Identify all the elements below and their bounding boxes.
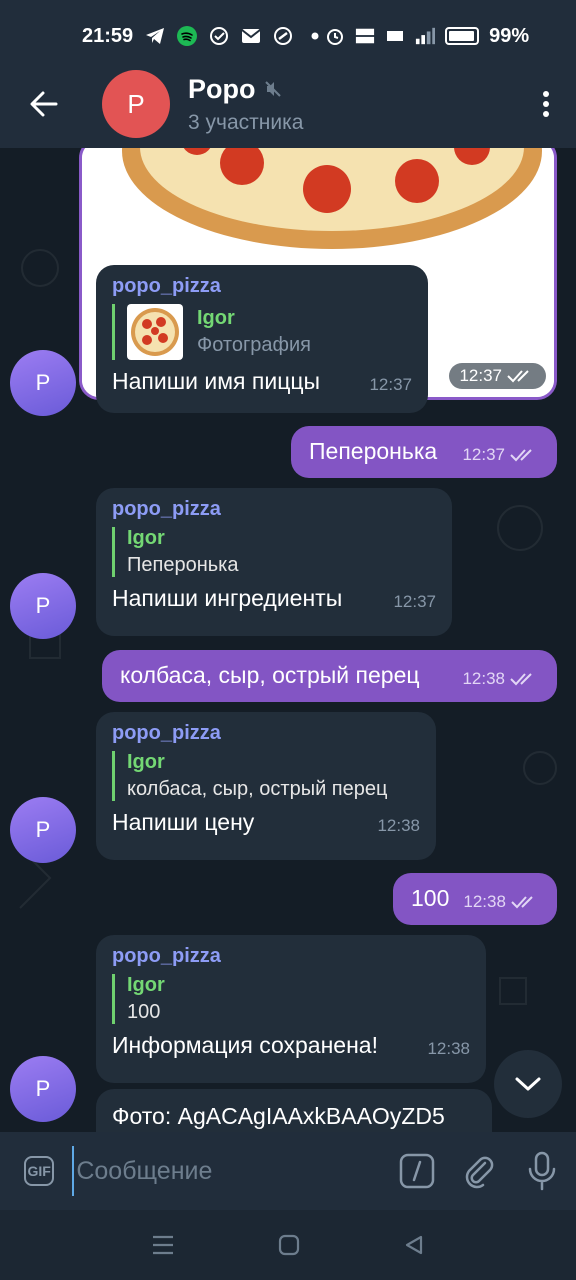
chat-header: P Popo 3 участника bbox=[0, 60, 576, 148]
message-text: Информация сохранена! bbox=[112, 1032, 378, 1058]
reply-text: Фотография bbox=[197, 334, 311, 356]
reply-author: Igor bbox=[127, 527, 165, 549]
incoming-message[interactable]: popo_pizza Igor Пеперонька Напиши ингред… bbox=[96, 488, 452, 636]
incoming-message[interactable]: popo_pizza Igor Фотография Напиши имя пи… bbox=[96, 265, 428, 413]
reply-thumbnail bbox=[127, 304, 183, 360]
message-time: 12:37 bbox=[393, 592, 436, 611]
message-text: колбаса, сыр, острый перец bbox=[120, 662, 420, 688]
spotify-icon bbox=[177, 26, 198, 46]
telegram-icon bbox=[145, 26, 165, 46]
chat-area[interactable]: 12:37 popo_pizza Igor Фотография Напиши … bbox=[0, 148, 576, 1132]
reply-text: колбаса, сыр, острый перец bbox=[127, 778, 388, 800]
gif-label: GIF bbox=[27, 1163, 51, 1179]
back-button[interactable] bbox=[0, 60, 88, 148]
outgoing-message[interactable]: 100 12:38 bbox=[393, 873, 557, 925]
message-time: 12:38 bbox=[463, 892, 506, 911]
bot-commands-button[interactable] bbox=[398, 1146, 435, 1196]
alarm-icon bbox=[325, 26, 345, 46]
sender-name: popo_pizza bbox=[112, 275, 221, 297]
avatar-letter: P bbox=[35, 593, 51, 618]
battery-percent: 99% bbox=[489, 24, 530, 47]
gif-button[interactable]: GIF bbox=[24, 1156, 55, 1186]
4g-icon bbox=[385, 26, 405, 46]
message-time: 12:38 bbox=[462, 669, 505, 688]
incoming-message[interactable]: popo_pizza Igor колбаса, сыр, острый пер… bbox=[96, 712, 436, 860]
read-ticks-icon bbox=[510, 673, 532, 686]
reply-preview[interactable]: Igor Фотография bbox=[112, 304, 412, 360]
more-menu-button[interactable] bbox=[516, 60, 576, 148]
scroll-down-button[interactable] bbox=[494, 1050, 562, 1118]
signal-icon bbox=[415, 26, 436, 46]
chat-avatar-letter: P bbox=[127, 88, 145, 119]
photo-time-badge: 12:37 bbox=[449, 363, 546, 389]
battery-icon bbox=[445, 27, 480, 45]
chat-title-row: Popo bbox=[188, 74, 516, 105]
nav-back-icon[interactable] bbox=[403, 1234, 425, 1256]
message-text: 100 bbox=[411, 885, 450, 911]
check-circle-icon bbox=[209, 26, 229, 46]
chat-title: Popo bbox=[188, 73, 256, 104]
chat-info[interactable]: Popo 3 участника bbox=[188, 74, 516, 135]
sender-name: popo_pizza bbox=[112, 945, 221, 967]
message-input-bar: GIF bbox=[0, 1132, 576, 1210]
home-icon[interactable] bbox=[278, 1234, 300, 1256]
message-input[interactable] bbox=[72, 1146, 399, 1196]
reply-author: Igor bbox=[127, 974, 165, 996]
sender-avatar[interactable]: P bbox=[10, 1056, 76, 1122]
reply-text: 100 bbox=[127, 1001, 161, 1023]
reply-author: Igor bbox=[197, 307, 235, 329]
incoming-message[interactable]: Фото: AgACAgIAAxkBAAOyZD5 bbox=[96, 1089, 492, 1132]
message-time: 12:38 bbox=[377, 816, 420, 835]
outgoing-message[interactable]: колбаса, сыр, острый перец 12:38 bbox=[102, 650, 557, 702]
sender-avatar[interactable]: P bbox=[10, 350, 76, 416]
message-time: 12:37 bbox=[369, 375, 412, 394]
incoming-message[interactable]: popo_pizza Igor 100 Информация сохранена… bbox=[96, 935, 486, 1083]
sender-name: popo_pizza bbox=[112, 498, 221, 520]
back-arrow-icon bbox=[30, 91, 58, 117]
message-time: 12:37 bbox=[459, 366, 502, 385]
sender-avatar[interactable]: P bbox=[10, 797, 76, 863]
read-ticks-icon bbox=[511, 896, 533, 909]
microphone-icon bbox=[528, 1151, 555, 1191]
paperclip-icon bbox=[465, 1156, 494, 1189]
reply-author: Igor bbox=[127, 751, 165, 773]
link-icon bbox=[273, 26, 293, 46]
message-time: 12:38 bbox=[427, 1039, 470, 1058]
slash-command-icon bbox=[399, 1153, 434, 1189]
avatar-letter: P bbox=[35, 1076, 51, 1101]
sender-avatar[interactable]: P bbox=[10, 573, 76, 639]
status-time: 21:59 bbox=[82, 24, 134, 47]
system-nav-bar bbox=[0, 1210, 576, 1280]
message-text: Фото: AgACAgIAAxkBAAOyZD5 bbox=[112, 1103, 445, 1129]
message-text: Напиши ингредиенты bbox=[112, 585, 343, 611]
avatar-letter: P bbox=[35, 370, 51, 395]
sender-name: popo_pizza bbox=[112, 722, 221, 744]
message-text: Пеперонька bbox=[309, 438, 438, 464]
muted-icon bbox=[264, 81, 281, 97]
message-text: Напиши имя пиццы bbox=[112, 368, 321, 394]
chat-subtitle: 3 участника bbox=[188, 110, 304, 134]
reply-preview[interactable]: Igor колбаса, сыр, острый перец bbox=[112, 751, 420, 801]
reply-text: Пеперонька bbox=[127, 554, 239, 576]
message-time: 12:37 bbox=[462, 445, 505, 464]
dot-icon bbox=[305, 26, 325, 46]
chevron-down-icon bbox=[515, 1077, 541, 1091]
voice-record-button[interactable] bbox=[523, 1146, 560, 1196]
message-text: Напиши цену bbox=[112, 809, 255, 835]
volte-icon bbox=[355, 26, 375, 46]
avatar-letter: P bbox=[35, 817, 51, 842]
read-ticks-icon bbox=[507, 370, 529, 383]
read-ticks-icon bbox=[510, 449, 532, 462]
recent-apps-icon[interactable] bbox=[151, 1234, 175, 1256]
attach-button[interactable] bbox=[461, 1146, 498, 1196]
chat-avatar[interactable]: P bbox=[102, 70, 170, 138]
mail-icon bbox=[241, 26, 261, 46]
reply-preview[interactable]: Igor 100 bbox=[112, 974, 470, 1024]
more-vert-icon bbox=[543, 91, 549, 117]
outgoing-message[interactable]: Пеперонька 12:37 bbox=[291, 426, 557, 478]
reply-preview[interactable]: Igor Пеперонька bbox=[112, 527, 436, 577]
